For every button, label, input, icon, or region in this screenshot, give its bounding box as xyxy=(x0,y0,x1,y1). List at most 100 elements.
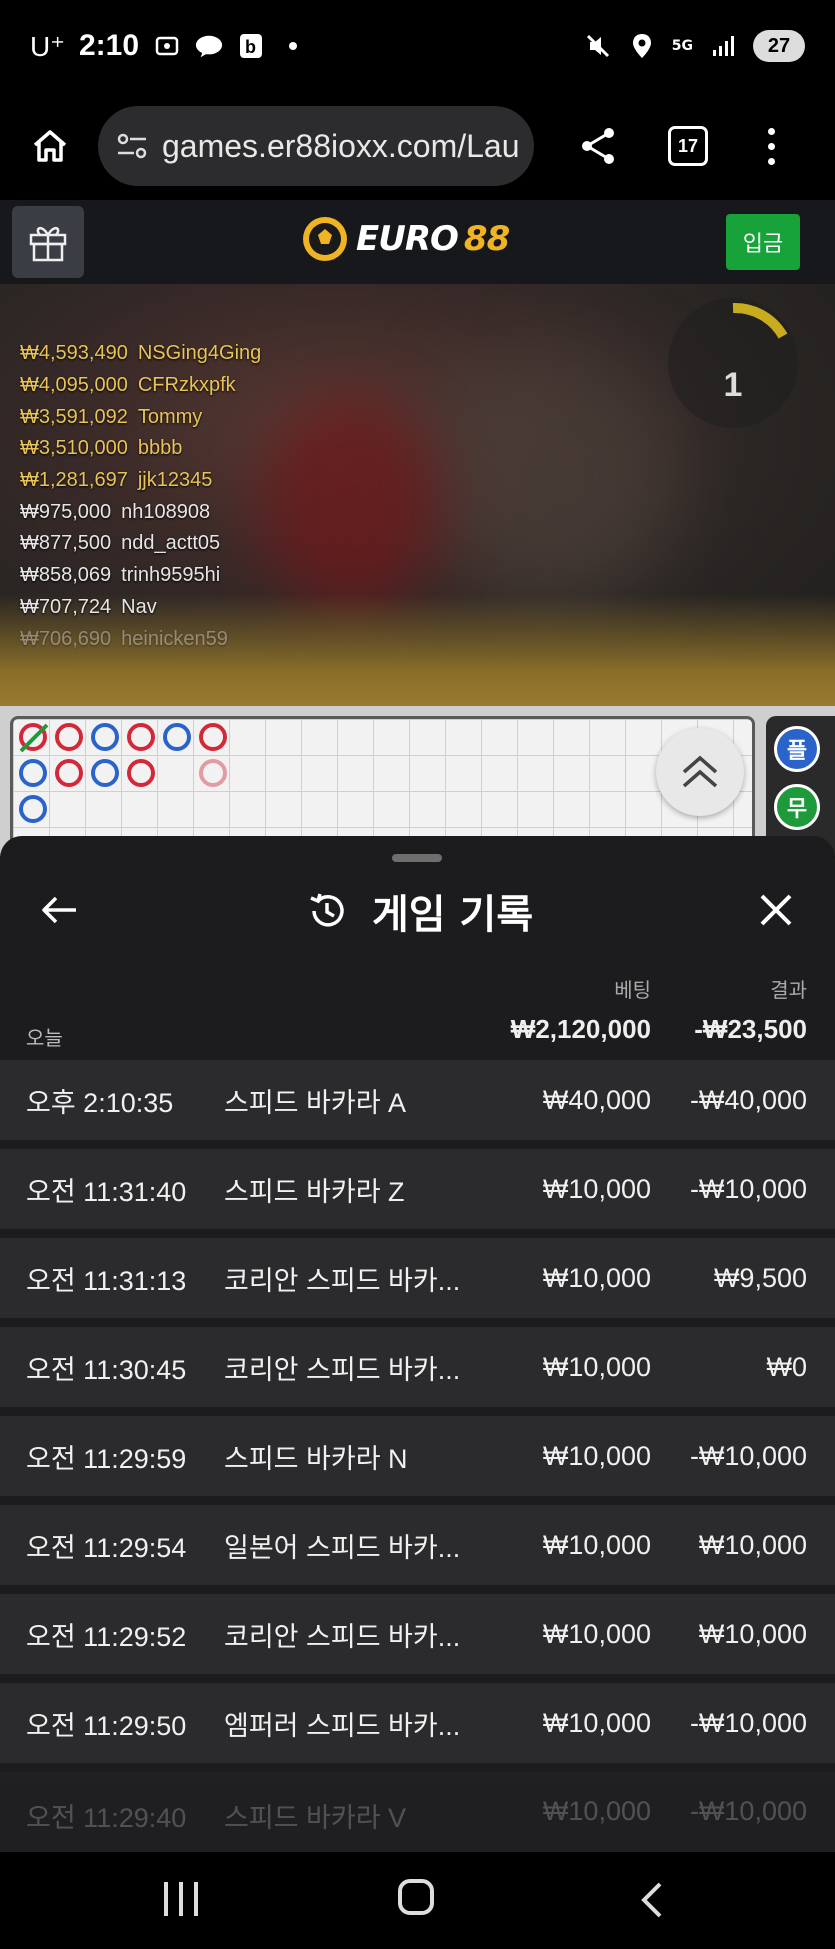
history-row[interactable]: 오후 2:10:35 스피드 바카라 A ₩40,000 -₩40,000 xyxy=(0,1060,835,1140)
row-time: 오전 11:31:13 xyxy=(26,1265,187,1296)
mute-icon xyxy=(584,32,612,60)
history-row[interactable]: 오전 11:29:54 일본어 스피드 바카... ₩10,000 ₩10,000 xyxy=(0,1505,835,1585)
winner-amount: ₩4,593,490 xyxy=(20,342,128,365)
b-app-icon: b xyxy=(237,32,265,60)
row-game-name: 스피드 바카라 N xyxy=(224,1443,408,1474)
bead-player xyxy=(91,759,119,787)
winner-amount: ₩877,500 xyxy=(20,532,112,555)
home-icon xyxy=(33,130,67,162)
row-game-name: 스피드 바카라 V xyxy=(224,1803,407,1833)
home-nav-button[interactable] xyxy=(398,1879,434,1915)
gift-button[interactable] xyxy=(12,206,84,278)
row-game-name: 코리안 스피드 바카... xyxy=(224,1354,461,1385)
deposit-button[interactable]: 입금 xyxy=(726,214,800,270)
sheet-drag-handle[interactable] xyxy=(392,854,442,862)
bead-banker xyxy=(199,723,227,751)
arrow-left-icon xyxy=(42,896,76,924)
winner-row: ₩707,724 Nav xyxy=(20,592,261,624)
browser-menu-button[interactable] xyxy=(756,116,786,176)
double-chevron-up-icon xyxy=(682,755,718,788)
bead-banker xyxy=(55,759,83,787)
screenshot-icon xyxy=(153,32,181,60)
tie-bet-chip[interactable]: 무 xyxy=(774,784,820,830)
winner-name: bbbb xyxy=(137,437,183,460)
bead-banker xyxy=(55,723,83,751)
row-bet-amount: ₩40,000 xyxy=(542,1084,651,1115)
video-background-blur xyxy=(260,394,440,614)
history-row[interactable]: 오전 11:29:40 스피드 바카라 V ₩10,000 -₩10,000 xyxy=(0,1772,835,1852)
history-row[interactable]: 오전 11:31:13 코리안 스피드 바카... ₩10,000 ₩9,500 xyxy=(0,1238,835,1318)
bead-player xyxy=(163,723,191,751)
history-row[interactable]: 오전 11:29:59 스피드 바카라 N ₩10,000 -₩10,000 xyxy=(0,1416,835,1496)
share-button[interactable] xyxy=(568,116,628,176)
site-settings-icon[interactable] xyxy=(116,132,148,160)
row-game-name: 스피드 바카라 Z xyxy=(224,1176,405,1207)
row-time: 오후 2:10:35 xyxy=(26,1087,174,1118)
expand-up-button[interactable] xyxy=(656,728,744,816)
row-time: 오전 11:29:54 xyxy=(26,1532,187,1563)
row-game-name: 스피드 바카라 A xyxy=(224,1087,407,1118)
winner-name: ndd_actt05 xyxy=(121,532,221,555)
row-bet-amount: ₩10,000 xyxy=(542,1440,651,1471)
bead-player xyxy=(19,759,47,787)
signal-icon xyxy=(709,32,737,60)
row-result-amount: ₩10,000 xyxy=(698,1618,807,1649)
row-bet-amount: ₩10,000 xyxy=(542,1351,651,1382)
winner-name: Nav xyxy=(121,595,157,618)
browser-toolbar: games.er88ioxx.com/Lau 17 xyxy=(0,92,835,200)
timer-value: 1 xyxy=(723,365,743,404)
winner-amount: ₩858,069 xyxy=(20,564,112,587)
row-bet-amount: ₩10,000 xyxy=(542,1618,651,1649)
history-icon xyxy=(310,893,344,927)
row-time: 오전 11:29:40 xyxy=(26,1803,187,1833)
winner-name: trinh9595hi xyxy=(121,564,221,587)
today-total-bet: ₩2,120,000 xyxy=(510,1014,651,1044)
url-text: games.er88ioxx.com/Lau xyxy=(162,127,520,164)
sheet-title-text: 게임 기록 xyxy=(372,892,534,938)
bead-road-grid xyxy=(10,716,755,852)
player-bet-chip[interactable]: 플 xyxy=(774,726,820,772)
live-video-area: ₩4,593,490 NSGing4Ging ₩4,095,000 CFRzkxpfk… xyxy=(0,284,835,706)
dot-icon xyxy=(279,32,307,60)
row-result-amount: ₩10,000 xyxy=(698,1529,807,1560)
timer-arc xyxy=(732,302,788,339)
back-button[interactable] xyxy=(36,886,84,934)
url-bar[interactable]: games.er88ioxx.com/Lau xyxy=(98,106,534,186)
row-time: 오전 11:29:52 xyxy=(26,1621,187,1652)
row-result-amount: -₩10,000 xyxy=(689,1707,807,1738)
site-logo[interactable]: EURO 88 xyxy=(300,214,510,264)
tab-switcher-button[interactable]: 17 xyxy=(668,126,708,166)
winners-list: ₩4,593,490 NSGing4Ging ₩4,095,000 CFRzkxpfk… xyxy=(20,338,261,655)
history-row[interactable]: 오전 11:30:45 코리안 스피드 바카... ₩10,000 ₩0 xyxy=(0,1327,835,1407)
winner-amount: ₩3,591,092 xyxy=(20,405,128,428)
recent-apps-button[interactable] xyxy=(164,1882,198,1916)
battery-indicator: 27 xyxy=(753,30,805,62)
winner-name: CFRzkxpfk xyxy=(137,374,236,397)
winner-row: ₩4,593,490 NSGing4Ging xyxy=(20,338,261,370)
svg-text:b: b xyxy=(245,37,256,57)
history-row[interactable]: 오전 11:29:50 엠퍼러 스피드 바카... ₩10,000 -₩10,000 xyxy=(0,1683,835,1763)
row-game-name: 일본어 스피드 바카... xyxy=(224,1532,461,1563)
game-history-sheet: 게임 기록 베팅 결과 오늘 ₩2,120,000 -₩23,500 오후 2:… xyxy=(0,836,835,1852)
history-row[interactable]: 오전 11:31:40 스피드 바카라 Z ₩10,000 -₩10,000 xyxy=(0,1149,835,1229)
logo-text-88: 88 xyxy=(463,219,510,259)
winner-row: ₩4,095,000 CFRzkxpfk xyxy=(20,370,261,402)
soccer-ball-icon xyxy=(303,217,347,261)
location-icon xyxy=(628,32,656,60)
back-nav-button[interactable] xyxy=(636,1880,666,1920)
row-bet-amount: ₩10,000 xyxy=(542,1262,651,1293)
row-bet-amount: ₩10,000 xyxy=(542,1707,651,1738)
row-time: 오전 11:29:50 xyxy=(26,1710,187,1741)
browser-home-button[interactable] xyxy=(20,116,80,176)
carrier-label: U⁺ xyxy=(30,30,65,62)
winner-amount: ₩706,690 xyxy=(20,627,112,650)
history-row[interactable]: 오전 11:29:52 코리안 스피드 바카... ₩10,000 ₩10,000 xyxy=(0,1594,835,1674)
winner-amount: ₩1,281,697 xyxy=(20,469,128,492)
close-button[interactable] xyxy=(752,886,800,934)
bead-banker xyxy=(127,759,155,787)
row-result-amount: ₩0 xyxy=(766,1351,808,1382)
round-timer: 1 xyxy=(668,298,798,428)
status-bar: U⁺ 2:10 b 5G 27 xyxy=(0,0,835,92)
row-result-amount: -₩10,000 xyxy=(689,1796,807,1826)
row-bet-amount: ₩10,000 xyxy=(542,1529,651,1560)
